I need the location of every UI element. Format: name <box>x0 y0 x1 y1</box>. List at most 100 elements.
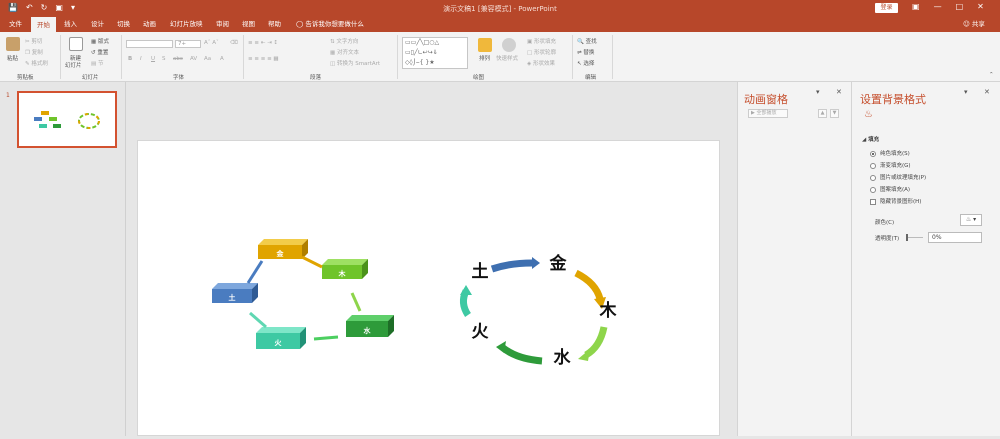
color-picker-button[interactable]: ♨ ▾ <box>960 214 982 226</box>
element-box-metal[interactable]: 金 <box>258 239 308 259</box>
arrange-button[interactable]: 排列 <box>479 54 490 62</box>
cycle-arrow-water-fire[interactable] <box>499 344 543 365</box>
close-animation-pane-icon[interactable]: ✕ <box>836 88 842 96</box>
quick-styles-icon[interactable] <box>502 38 516 52</box>
replace-button[interactable]: ⇌ 替换 <box>577 48 594 56</box>
cycle-arrow-earth-metal[interactable] <box>490 259 533 273</box>
box-label-fire: 火 <box>275 339 283 347</box>
text-direction-button[interactable]: ⇅ 文字方向 <box>330 37 358 45</box>
picture-fill-radio[interactable] <box>870 174 876 181</box>
login-button[interactable]: 登录 <box>875 3 898 13</box>
tab-file[interactable]: 文件 <box>9 16 22 32</box>
transparency-input[interactable]: 0% <box>928 232 982 243</box>
close-icon[interactable]: ✕ <box>977 2 984 11</box>
font-name-box[interactable] <box>126 40 173 48</box>
pattern-fill-radio[interactable] <box>870 186 876 193</box>
font-size-box[interactable]: 7+ <box>175 40 201 48</box>
shapes-gallery[interactable]: ▭▭╱╲□○△ ▭▯╱∟↩↪⇓ ◇◊⌡⌢{ }★ <box>402 37 468 69</box>
change-case-icon[interactable]: Aa <box>204 56 211 62</box>
char-spacing-icon[interactable]: AV <box>190 56 197 62</box>
tell-me-box[interactable]: ◯ 告诉我你想要做什么 <box>296 16 364 32</box>
font-color-icon[interactable]: A <box>220 56 224 62</box>
element-box-earth[interactable]: 土 <box>212 283 258 303</box>
play-all-button[interactable]: ▶ 全部播放 <box>748 109 788 118</box>
tab-design[interactable]: 设计 <box>91 16 104 32</box>
shape-outline-button[interactable]: □ 形状轮廓 <box>527 48 556 56</box>
shadow-icon[interactable]: S <box>162 56 166 62</box>
transparency-slider[interactable] <box>907 237 923 238</box>
tab-animations[interactable]: 动画 <box>143 16 156 32</box>
paste-icon[interactable] <box>6 37 20 51</box>
smartart-button[interactable]: ◫ 转换为 SmartArt <box>330 59 380 67</box>
format-painter-button[interactable]: ✎ 格式刷 <box>25 59 48 67</box>
move-down-icon[interactable]: ▼ <box>830 109 839 118</box>
quick-styles-button[interactable]: 快速样式 <box>496 54 518 62</box>
arrow-metal-wood[interactable] <box>301 255 323 269</box>
arrow-fire-earth[interactable] <box>249 311 267 329</box>
element-box-water[interactable]: 水 <box>346 315 394 337</box>
tab-view[interactable]: 视图 <box>242 16 255 32</box>
clear-formatting-icon[interactable]: ⌫ <box>230 40 238 46</box>
grow-font-icon[interactable]: Aˆ Aˇ <box>204 40 219 46</box>
hide-background-checkbox[interactable] <box>870 198 876 205</box>
solid-fill-option[interactable]: 纯色填充(S) <box>870 149 910 157</box>
italic-icon[interactable]: I <box>140 56 142 62</box>
align-icons[interactable]: ≡ ≡ ≡ ≡ ▦ <box>248 56 279 62</box>
ribbon-display-options-icon[interactable]: ▣ <box>912 2 920 11</box>
pane-options-icon[interactable]: ▾ <box>816 88 820 96</box>
close-format-pane-icon[interactable]: ✕ <box>984 88 990 96</box>
strikethrough-icon[interactable]: abc <box>173 56 183 62</box>
element-box-fire[interactable]: 火 <box>256 327 306 349</box>
hide-background-option[interactable]: 隐藏背景图形(H) <box>870 197 921 205</box>
shape-effects-button[interactable]: ◈ 形状效果 <box>527 59 555 67</box>
tab-insert[interactable]: 插入 <box>64 16 77 32</box>
maximize-icon[interactable]: □ <box>956 2 964 11</box>
tab-slideshow[interactable]: 幻灯片放映 <box>170 16 203 32</box>
bullets-icon[interactable]: ≡ ≡ ⇤ ⇥ ↕ <box>248 40 278 46</box>
gradient-fill-radio[interactable] <box>870 162 876 169</box>
arrow-wood-water[interactable] <box>350 292 362 312</box>
new-slide-label-2[interactable]: 幻灯片 <box>65 61 82 69</box>
tab-help[interactable]: 帮助 <box>268 16 281 32</box>
shape-fill-button[interactable]: ▣ 形状填充 <box>527 37 556 45</box>
gradient-fill-option[interactable]: 渐变填充(G) <box>870 161 911 169</box>
align-text-button[interactable]: ▦ 对齐文本 <box>330 48 359 56</box>
tab-transitions[interactable]: 切换 <box>117 16 130 32</box>
arrow-earth-metal[interactable] <box>246 260 264 284</box>
select-button[interactable]: ↖ 选择 <box>577 59 594 67</box>
paragraph-group-label: 段落 <box>310 75 322 81</box>
reset-button[interactable]: ↺ 重置 <box>91 48 108 56</box>
collapse-ribbon-icon[interactable]: ⌃ <box>989 72 994 78</box>
box-label-wood: 木 <box>338 269 347 278</box>
animation-pane: 动画窗格 ▾ ✕ ▶ 全部播放 ▲ ▼ <box>737 82 851 436</box>
transparency-label: 透明度(T) <box>875 236 900 242</box>
picture-fill-option[interactable]: 图片或纹理填充(P) <box>870 173 926 181</box>
section-button[interactable]: ▤ 节 <box>91 59 103 67</box>
share-button[interactable]: ☺ 共享 <box>963 16 985 32</box>
pattern-fill-option[interactable]: 图案填充(A) <box>870 185 910 193</box>
tab-home[interactable]: 开始 <box>31 17 56 32</box>
move-up-icon[interactable]: ▲ <box>818 109 827 118</box>
fill-bucket-icon[interactable]: ♨ <box>864 109 873 120</box>
copy-button[interactable]: ❐ 复制 <box>25 48 43 56</box>
find-button[interactable]: 🔍 查找 <box>577 37 597 45</box>
slide-thumbnail[interactable] <box>17 91 117 148</box>
bold-icon[interactable]: B <box>128 56 132 62</box>
arrow-water-fire[interactable] <box>313 335 339 341</box>
tab-review[interactable]: 审阅 <box>216 16 229 32</box>
cut-button[interactable]: ✂ 剪切 <box>25 37 42 45</box>
layout-button[interactable]: ▦ 版式 <box>91 37 109 45</box>
underline-icon[interactable]: U <box>151 56 155 62</box>
element-box-wood[interactable]: 木 <box>322 259 368 279</box>
transparency-slider-thumb[interactable] <box>906 234 908 241</box>
slide-canvas[interactable]: 金 木 土 水 火 金 木 水 火 土 <box>137 140 720 436</box>
solid-fill-radio[interactable] <box>870 150 876 157</box>
arrange-icon[interactable] <box>478 38 492 52</box>
minimize-icon[interactable]: — <box>934 2 942 11</box>
new-slide-icon[interactable] <box>69 37 83 51</box>
format-pane-options-icon[interactable]: ▾ <box>964 88 968 96</box>
paste-button-label[interactable]: 粘贴 <box>7 54 18 62</box>
fill-section-header[interactable]: ◢ 填充 <box>862 135 879 143</box>
cycle-arrow-metal-wood[interactable] <box>574 269 604 301</box>
tell-me-text: 告诉我你想要做什么 <box>305 20 364 28</box>
